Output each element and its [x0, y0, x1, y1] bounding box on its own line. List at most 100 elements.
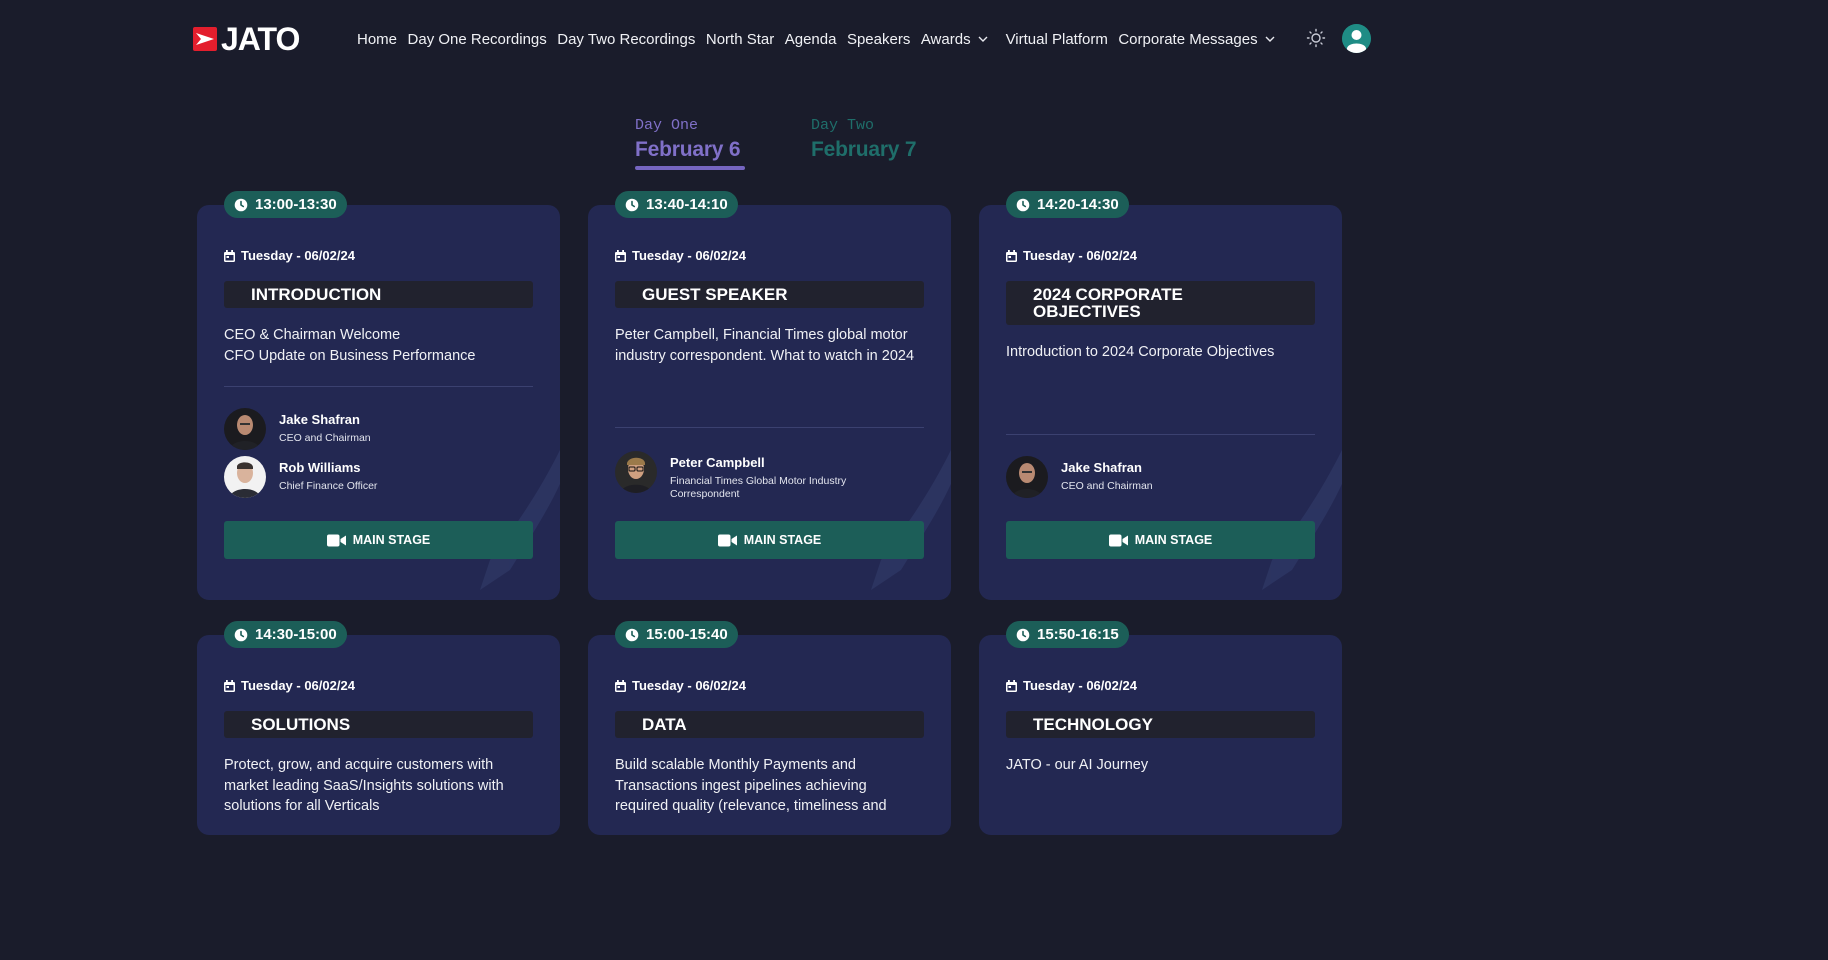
session-card: Tuesday - 06/02/24 SOLUTIONS Protect, gr… — [197, 635, 560, 835]
stage-label: MAIN STAGE — [743, 533, 822, 547]
clock-icon — [625, 628, 639, 642]
speaker-role: CEO and Chairman — [1061, 480, 1153, 492]
session-description: JATO - our AI Journey — [1006, 755, 1321, 776]
tab-day-two[interactable]: Day Two February 7 — [811, 117, 917, 162]
clock-icon — [234, 198, 248, 212]
description-line: Introduction to 2024 Corporate Objective… — [1006, 344, 1275, 360]
calendar-icon — [224, 250, 235, 262]
session-date: Tuesday - 06/02/24 — [1006, 248, 1137, 263]
description-line: Build scalable Monthly Payments and Tran… — [615, 757, 887, 814]
tab-day-one[interactable]: Day One February 6 — [635, 117, 745, 170]
top-navbar: JATO Home Day One Recordings Day Two Rec… — [0, 0, 1568, 78]
session-date-text: Tuesday - 06/02/24 — [241, 678, 355, 693]
jato-logo-mark-icon — [193, 27, 217, 51]
session-time: 15:00-15:40 — [646, 626, 728, 643]
session-description: Introduction to 2024 Corporate Objective… — [1006, 342, 1321, 363]
description-line: Protect, grow, and acquire customers wit… — [224, 757, 504, 814]
speaker-item[interactable]: Jake Shafran CEO and Chairman — [224, 408, 544, 450]
nav-item-day-one-recordings[interactable]: Day One Recordings — [408, 31, 547, 48]
logo-text: JATO — [221, 21, 300, 57]
main-stage-button[interactable]: MAIN STAGE — [615, 521, 924, 559]
session-time-badge: 13:00-13:30 — [224, 191, 347, 218]
speaker-item[interactable]: Jake Shafran CEO and Chairman — [1006, 456, 1326, 498]
nav-item-virtual-platform[interactable]: Virtual Platform — [1006, 31, 1108, 48]
nav-item-day-two-recordings[interactable]: Day Two Recordings — [557, 31, 695, 48]
speaker-role: Chief Finance Officer — [279, 480, 378, 492]
nav-item-home[interactable]: Home — [357, 31, 397, 48]
session-date-text: Tuesday - 06/02/24 — [1023, 248, 1137, 263]
user-avatar-icon[interactable] — [1342, 24, 1371, 53]
session-time: 15:50-16:15 — [1037, 626, 1119, 643]
stage-label: MAIN STAGE — [352, 533, 431, 547]
session-card: Tuesday - 06/02/24 DATA Build scalable M… — [588, 635, 951, 835]
day-label: Day One — [635, 117, 699, 134]
session-time: 14:20-14:30 — [1037, 196, 1119, 213]
video-camera-icon — [718, 534, 737, 547]
session-date: Tuesday - 06/02/24 — [224, 678, 355, 693]
nav-item-agenda[interactable]: Agenda — [785, 31, 837, 48]
session-topic: 2024 CORPORATE OBJECTIVES — [1006, 281, 1315, 325]
session-topic: DATA — [615, 711, 924, 738]
main-menu: Home Day One Recordings Day Two Recordin… — [357, 28, 1293, 50]
speaker-item[interactable]: Rob Williams Chief Finance Officer — [224, 456, 544, 498]
session-date-text: Tuesday - 06/02/24 — [241, 248, 355, 263]
session-time: 13:00-13:30 — [255, 196, 337, 213]
session-time-badge: 13:40-14:10 — [615, 191, 738, 218]
session-date: Tuesday - 06/02/24 — [615, 248, 746, 263]
nav-item-awards[interactable]: Awards — [921, 31, 971, 48]
session-time-badge: 14:30-15:00 — [224, 621, 347, 648]
chevron-down-icon[interactable] — [1264, 33, 1276, 45]
active-tab-underline — [635, 166, 745, 170]
calendar-icon — [1006, 250, 1017, 262]
stage-label: MAIN STAGE — [1134, 533, 1213, 547]
speaker-photo — [615, 451, 657, 493]
jato-logo[interactable]: JATO — [193, 21, 300, 57]
session-time-badge: 14:20-14:30 — [1006, 191, 1129, 218]
speaker-role: Financial Times Global Motor Industry Co… — [670, 475, 847, 500]
description-line: CFO Update on Business Performance — [224, 347, 476, 364]
main-stage-button[interactable]: MAIN STAGE — [1006, 521, 1315, 559]
session-date-text: Tuesday - 06/02/24 — [1023, 678, 1137, 693]
calendar-icon — [615, 250, 626, 262]
session-card: Tuesday - 06/02/24 TECHNOLOGY JATO - our… — [979, 635, 1342, 835]
description-line: CEO & Chairman Welcome — [224, 327, 401, 343]
session-card: Tuesday - 06/02/24 INTRODUCTION CEO & Ch… — [197, 205, 560, 600]
video-camera-icon — [1109, 534, 1128, 547]
session-topic: TECHNOLOGY — [1006, 711, 1315, 738]
nav-item-corporate-messages[interactable]: Corporate Messages — [1118, 31, 1257, 48]
speaker-name: Peter Campbell — [670, 455, 765, 470]
calendar-icon — [224, 680, 235, 692]
session-topic: INTRODUCTION — [224, 281, 533, 308]
speaker-photo — [224, 408, 266, 450]
speaker-name: Rob Williams — [279, 460, 361, 475]
session-topic: GUEST SPEAKER — [615, 281, 924, 308]
nav-item-speakers[interactable]: Speakers — [847, 31, 910, 48]
chevron-down-icon[interactable] — [977, 33, 989, 45]
speaker-photo — [224, 456, 266, 498]
main-stage-button[interactable]: MAIN STAGE — [224, 521, 533, 559]
sun-icon[interactable] — [1306, 28, 1326, 48]
speaker-item[interactable]: Peter Campbell Financial Times Global Mo… — [615, 451, 935, 500]
session-date-text: Tuesday - 06/02/24 — [632, 248, 746, 263]
session-time: 14:30-15:00 — [255, 626, 337, 643]
description-line: Peter Campbell, Financial Times global m… — [615, 327, 915, 364]
calendar-icon — [615, 680, 626, 692]
session-date: Tuesday - 06/02/24 — [224, 248, 355, 263]
description-line: JATO - our AI Journey — [1006, 757, 1149, 773]
clock-icon — [1016, 628, 1030, 642]
clock-icon — [625, 198, 639, 212]
session-date: Tuesday - 06/02/24 — [615, 678, 746, 693]
speaker-name: Jake Shafran — [279, 412, 360, 427]
divider — [224, 386, 533, 387]
day-date: February 6 — [635, 138, 741, 161]
session-card: Tuesday - 06/02/24 GUEST SPEAKER Peter C… — [588, 205, 951, 600]
clock-icon — [234, 628, 248, 642]
session-time: 13:40-14:10 — [646, 196, 728, 213]
divider — [615, 427, 924, 428]
day-label: Day Two — [811, 117, 875, 134]
speaker-role: CEO and Chairman — [279, 432, 371, 444]
calendar-icon — [1006, 680, 1017, 692]
session-topic: SOLUTIONS — [224, 711, 533, 738]
day-date: February 7 — [811, 138, 917, 161]
nav-item-north-star[interactable]: North Star — [706, 31, 774, 48]
